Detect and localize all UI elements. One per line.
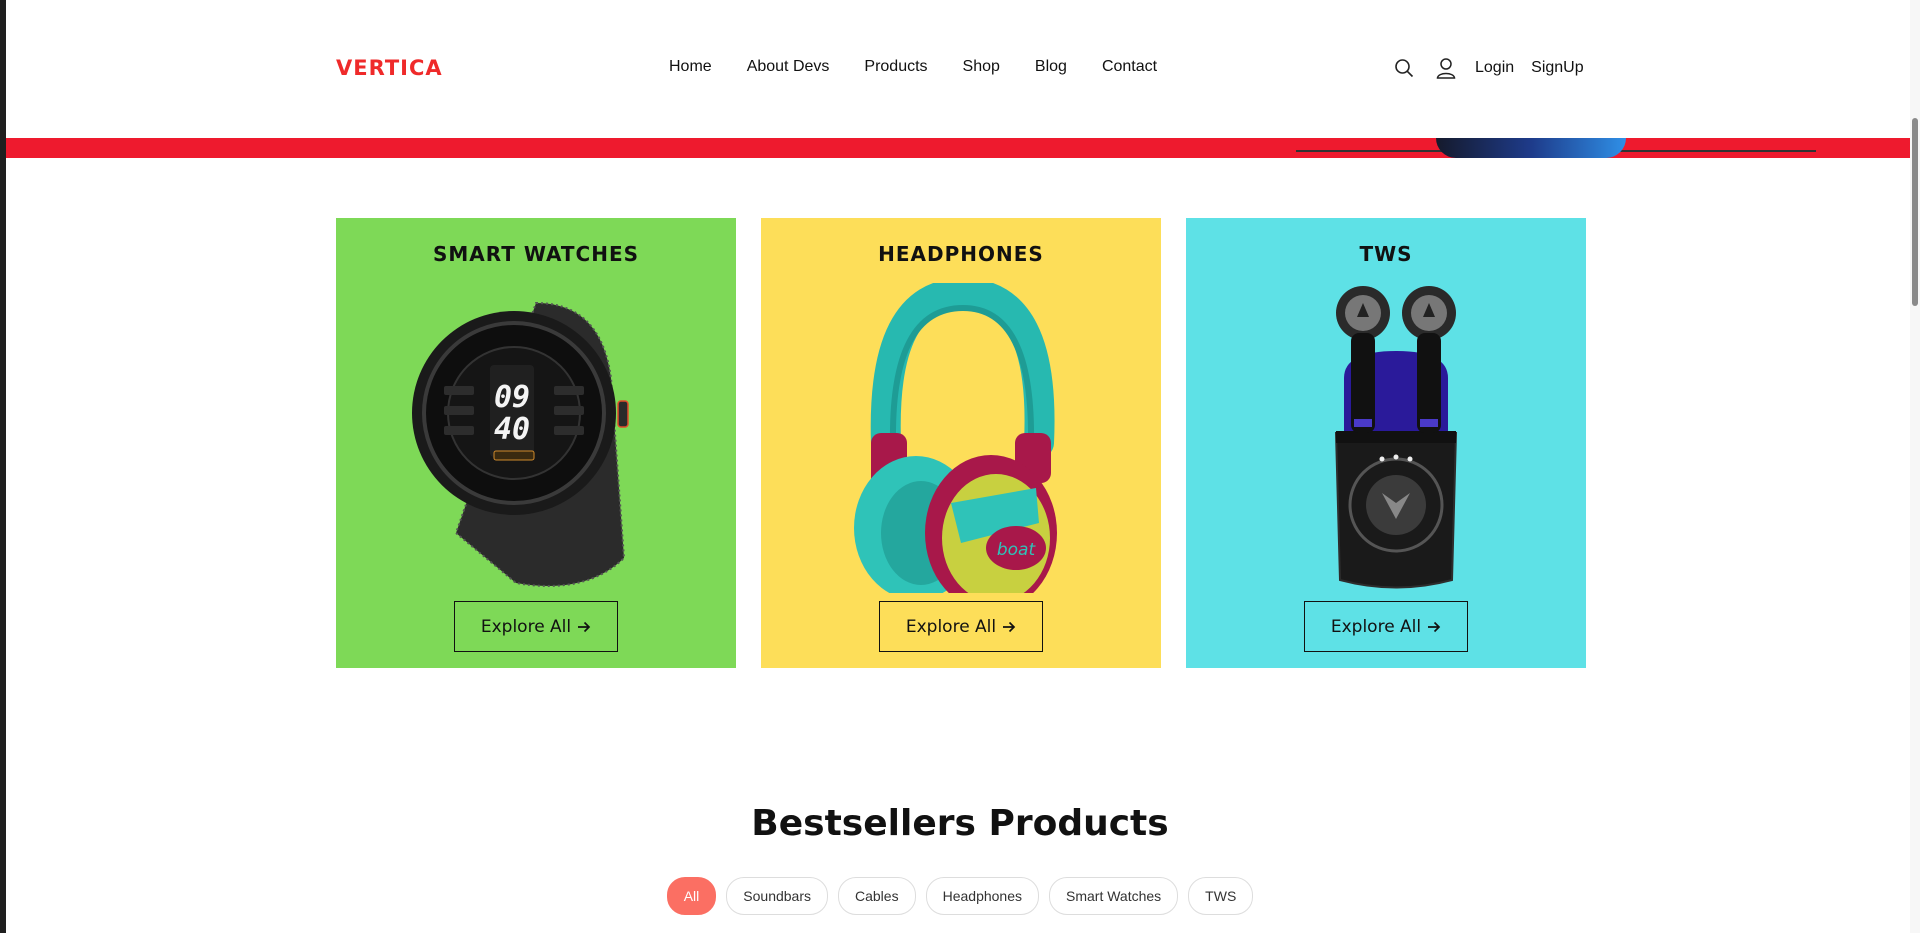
login-link[interactable]: Login [1475, 59, 1514, 77]
filter-smart-watches[interactable]: Smart Watches [1049, 877, 1179, 915]
scrollbar[interactable] [1910, 0, 1920, 933]
watch-hour: 09 [494, 380, 530, 415]
category-card-smart-watches: SMART WATCHES 09 40 Explore All [336, 218, 736, 668]
filter-headphones[interactable]: Headphones [925, 877, 1039, 915]
smartwatch-image: 09 40 [412, 301, 629, 587]
filter-tws[interactable]: TWS [1188, 877, 1254, 915]
explore-tws-button[interactable]: Explore All [1304, 601, 1468, 652]
category-card-headphones: HEADPHONES boat Explore All [761, 218, 1161, 668]
nav-blog[interactable]: Blog [1035, 58, 1067, 76]
nav-actions: Login SignUp [1391, 55, 1601, 81]
signup-link[interactable]: SignUp [1531, 59, 1583, 77]
nav-products[interactable]: Products [864, 58, 927, 76]
nav-about-devs[interactable]: About Devs [747, 58, 830, 76]
user-icon[interactable] [1433, 55, 1459, 81]
headphones-image: boat [854, 283, 1057, 593]
card-title: TWS [1359, 242, 1413, 266]
bestsellers-title: Bestsellers Products [751, 803, 1169, 844]
arrow-right-icon [1428, 621, 1441, 632]
site-logo[interactable]: VERTICA [336, 56, 443, 80]
explore-label: Explore All [480, 616, 572, 637]
search-icon[interactable] [1391, 55, 1417, 81]
category-card-tws: TWS Explore All [1186, 218, 1586, 668]
explore-label: Explore All [905, 616, 997, 637]
nav-contact[interactable]: Contact [1102, 58, 1157, 76]
scrollbar-thumb[interactable] [1912, 118, 1918, 306]
main-nav: Home About Devs Products Shop Blog Conta… [669, 58, 1192, 76]
filter-all[interactable]: All [666, 877, 717, 915]
card-title: HEADPHONES [878, 242, 1044, 266]
arrow-right-icon [1003, 621, 1016, 632]
banner-product-image [1436, 138, 1626, 158]
explore-smart-watches-button[interactable]: Explore All [454, 601, 618, 652]
nav-home[interactable]: Home [669, 58, 712, 76]
product-filter-tabs: All Soundbars Cables Headphones Smart Wa… [0, 877, 1920, 915]
headphone-brand-text: boat [997, 540, 1037, 560]
explore-headphones-button[interactable]: Explore All [879, 601, 1043, 652]
watch-minute: 40 [494, 412, 530, 447]
top-navbar: VERTICA Home About Devs Products Shop Bl… [6, 0, 1910, 138]
card-title: SMART WATCHES [432, 242, 640, 266]
filter-soundbars[interactable]: Soundbars [726, 877, 828, 915]
hero-banner-bottom [6, 138, 1910, 158]
explore-label: Explore All [1330, 616, 1422, 637]
tws-earbuds-image [1334, 286, 1458, 589]
filter-cables[interactable]: Cables [838, 877, 916, 915]
arrow-right-icon [578, 621, 591, 632]
nav-shop[interactable]: Shop [963, 58, 1000, 76]
